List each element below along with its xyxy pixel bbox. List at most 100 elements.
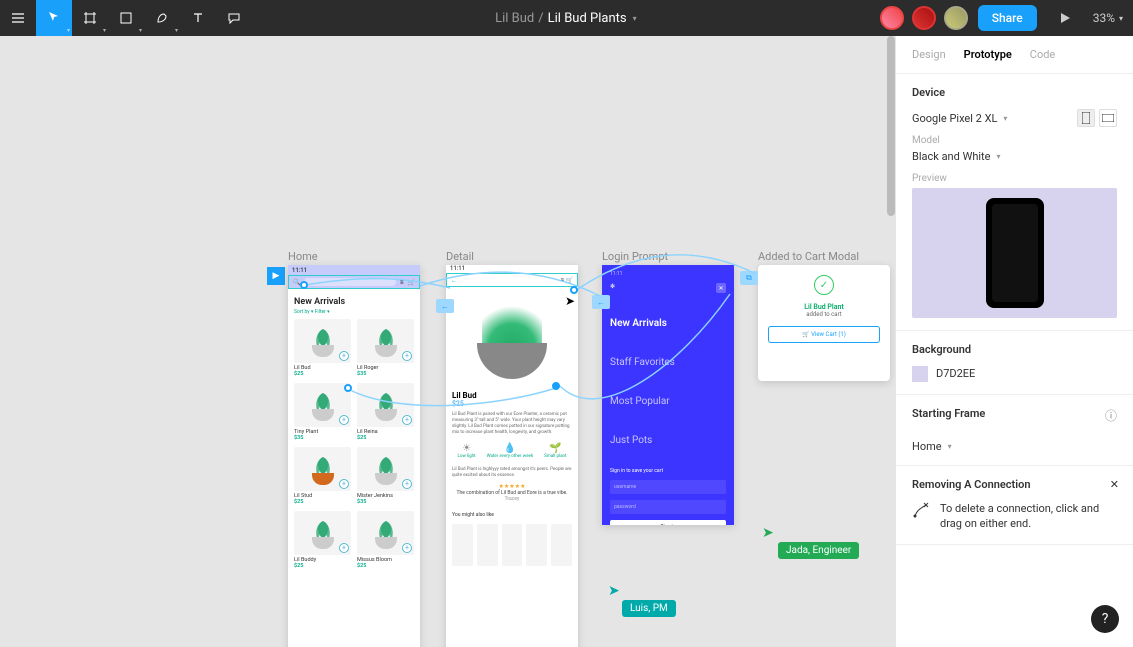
menu-icon: ≡ (561, 277, 565, 284)
file-title[interactable]: Lil Bud / Lil Bud Plants ▾ (252, 11, 880, 26)
review-lead: Lil Bud Plant is highlyyy rated amongst … (446, 467, 578, 479)
product-price: $25 (357, 563, 414, 569)
color-swatch[interactable] (912, 366, 928, 382)
frame-label[interactable]: Added to Cart Modal (758, 250, 859, 263)
connection-node[interactable] (344, 384, 352, 392)
signin-button: Sign in (610, 520, 726, 525)
preview-label: Preview (912, 173, 1117, 184)
device-section: Device Google Pixel 2 XL▾ Model Black an… (896, 74, 1133, 331)
connection-node[interactable] (552, 382, 560, 390)
background-color[interactable]: D7D2EE (912, 366, 1117, 382)
close-icon[interactable]: ✕ (1110, 478, 1119, 491)
product-card: +Tiny Plant$35 (294, 383, 351, 441)
product-image: + (357, 447, 414, 491)
move-tool[interactable]: ▾ (36, 0, 72, 36)
product-image: + (294, 319, 351, 363)
present-button[interactable] (1047, 0, 1083, 36)
add-icon: + (402, 351, 412, 361)
product-price: $25 (294, 563, 351, 569)
menu-button[interactable] (0, 0, 36, 36)
shape-tool[interactable]: ▾ (108, 0, 144, 36)
frame-label[interactable]: Home (288, 250, 318, 263)
product-price: $35 (294, 435, 351, 441)
status-bar: 11:11 (446, 265, 578, 273)
add-icon: + (339, 543, 349, 553)
product-image: + (294, 383, 351, 427)
prototype-start-badge[interactable]: ▶ (267, 267, 285, 285)
device-select[interactable]: Google Pixel 2 XL▾ (912, 112, 1007, 125)
cart-title: Lil Bud Plant (768, 303, 880, 311)
portrait-icon[interactable] (1077, 109, 1095, 127)
tab-design[interactable]: Design (912, 48, 946, 61)
signin-label: Sign in to save your cart (610, 468, 726, 474)
tip-heading: Removing A Connection (912, 478, 1117, 491)
also-like-heading: You might also like (446, 506, 578, 524)
product-price: $35 (357, 371, 414, 377)
add-icon: + (402, 415, 412, 425)
tab-prototype[interactable]: Prototype (964, 48, 1012, 61)
frame-label[interactable]: Detail (446, 250, 474, 263)
frame-home[interactable]: 11:11 🔍 ≡ 🛒 New Arrivals Sort by ▾ Filte… (288, 265, 420, 647)
product-image: + (357, 383, 414, 427)
canvas[interactable]: ▶ Home Detail Login Prompt Added to Cart… (0, 36, 895, 647)
frame-login[interactable]: 11:11 ✻ ✕ New Arrivals Staff Favorites M… (602, 265, 734, 525)
help-button[interactable]: ? (1091, 605, 1119, 633)
tab-code[interactable]: Code (1030, 48, 1055, 61)
cart-icon: 🛒 (408, 279, 415, 286)
cursor-icon: ➤ (762, 525, 774, 541)
product-card: +Lil Bud$25 (294, 319, 351, 377)
frame-cart-modal[interactable]: ✓ Lil Bud Plant added to cart 🛒 View Car… (758, 265, 890, 381)
password-field: password (610, 500, 726, 514)
chevron-down-icon: ▾ (1119, 14, 1123, 23)
add-icon: + (339, 415, 349, 425)
landscape-icon[interactable] (1099, 109, 1117, 127)
frame-detail[interactable]: 11:11 ← ≡ 🛒 Lil Bud $25 Lil Bud Plant is… (446, 265, 578, 647)
file-name: Lil Bud Plants (548, 11, 627, 26)
properties-panel: Design Prototype Code Device Google Pixe… (895, 36, 1133, 647)
avatar[interactable] (912, 6, 936, 30)
share-button[interactable]: Share (978, 5, 1037, 31)
back-action-chip[interactable]: ← (592, 295, 610, 309)
starting-frame-select[interactable]: Home▾ (912, 440, 1117, 453)
product-image (446, 287, 578, 387)
zoom-control[interactable]: 33% ▾ (1083, 11, 1133, 25)
avatar[interactable] (880, 6, 904, 30)
back-action-chip[interactable]: ← (436, 299, 454, 313)
product-image: + (357, 511, 414, 555)
product-price: $25 (294, 499, 351, 505)
overlay-action-chip[interactable]: ⧉ (740, 271, 758, 285)
close-icon: ✕ (716, 283, 726, 293)
cursor-label: Jada, Engineer (778, 542, 859, 559)
chevron-down-icon: ▾ (948, 442, 952, 451)
product-price: $35 (357, 499, 414, 505)
avatar[interactable] (944, 6, 968, 30)
model-select[interactable]: Black and White▾ (912, 150, 1117, 163)
pen-tool[interactable]: ▾ (144, 0, 180, 36)
status-bar: 11:11 (610, 271, 726, 277)
section-heading: Background (912, 343, 1117, 356)
sun-icon: ☀ (457, 443, 475, 454)
chevron-down-icon: ▾ (997, 152, 1001, 161)
toolbar: ▾ ▾ ▾ ▾ Lil Bud / Lil Bud Plants ▾ (0, 0, 1133, 36)
frame-tool[interactable]: ▾ (72, 0, 108, 36)
menu-icon: ≡ (400, 279, 404, 286)
orientation-toggle[interactable] (1077, 109, 1117, 127)
comment-tool[interactable] (216, 0, 252, 36)
phone-icon (986, 198, 1044, 308)
panel-tabs: Design Prototype Code (896, 36, 1133, 74)
nav-bar: ← ≡ 🛒 (446, 273, 578, 287)
nav-item: New Arrivals (610, 318, 726, 329)
status-bar: 11:11 (288, 265, 420, 275)
product-price: $25 (294, 371, 351, 377)
also-like-row (446, 524, 578, 566)
product-card: +Lil Roger$35 (357, 319, 414, 377)
cursor-icon: ➤ (565, 294, 575, 308)
frame-label[interactable]: Login Prompt (602, 250, 668, 263)
connection-node[interactable] (300, 281, 308, 289)
connection-node[interactable] (570, 286, 578, 294)
info-icon[interactable]: ⓘ (1105, 407, 1117, 424)
text-tool[interactable] (180, 0, 216, 36)
view-cart-button: 🛒 View Cart (1) (768, 326, 880, 343)
cart-subtitle: added to cart (768, 311, 880, 318)
product-image: + (357, 319, 414, 363)
